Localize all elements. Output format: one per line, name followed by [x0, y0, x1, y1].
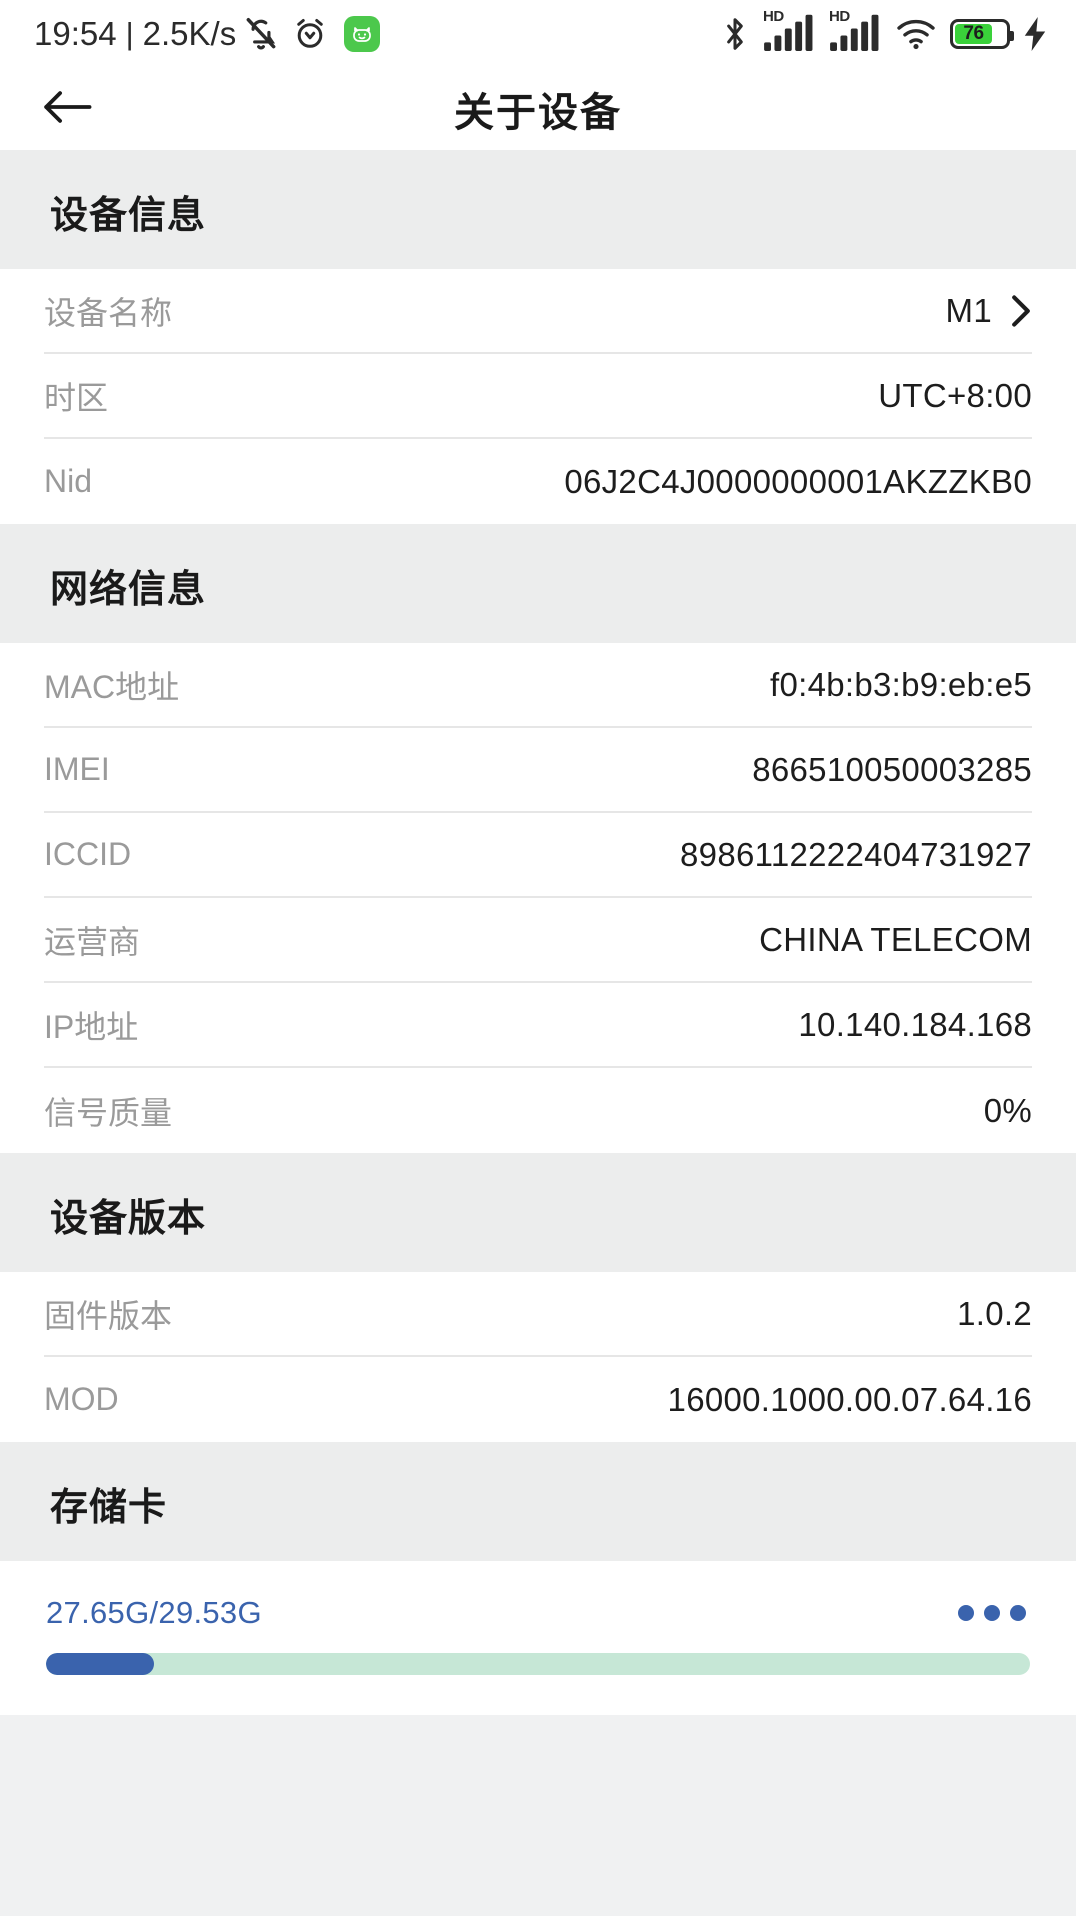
status-bar-clock: 19:54: [34, 15, 117, 52]
row-mod: MOD 16000.1000.00.07.64.16: [44, 1357, 1032, 1442]
row-value: 866510050003285: [752, 750, 1032, 788]
signal-bars-sim2-icon: HD: [829, 9, 883, 56]
storage-progress-track: [46, 1653, 1030, 1675]
row-label: Nid: [44, 463, 93, 499]
section-header-device-info: 设备信息: [0, 150, 1076, 269]
row-device-name[interactable]: 设备名称 M1: [44, 269, 1032, 354]
row-value: 0%: [983, 1091, 1032, 1129]
row-label: 固件版本: [44, 1297, 173, 1334]
phone-screen: 19:54 | 2.5K/s HD HD 76 关于设备 设备信息 设备名称 M…: [0, 0, 1076, 1916]
row-value: CHINA TELECOM: [759, 920, 1032, 958]
row-mac-address: MAC地址 f0:4b:b3:b9:eb:e5: [44, 643, 1032, 728]
settings-content: 设备信息 设备名称 M1 时区 UTC+8:00 Nid 06J2C4J0000…: [0, 150, 1076, 1916]
row-value: 1.0.2: [957, 1294, 1032, 1332]
section-header-device-version: 设备版本: [0, 1153, 1076, 1272]
row-imei: IMEI 866510050003285: [44, 728, 1032, 813]
row-signal-quality: 信号质量 0%: [44, 1068, 1032, 1153]
row-value: f0:4b:b3:b9:eb:e5: [770, 665, 1032, 703]
app-title-bar: 关于设备: [0, 68, 1076, 150]
row-label: 设备名称: [44, 294, 173, 331]
row-carrier: 运营商 CHINA TELECOM: [44, 898, 1032, 983]
row-timezone: 时区 UTC+8:00: [44, 354, 1032, 439]
signal-hd-label-sim2: HD: [829, 7, 850, 25]
back-arrow-icon: [41, 87, 93, 132]
row-label: 信号质量: [44, 1094, 173, 1131]
device-version-rows: 固件版本 1.0.2 MOD 16000.1000.00.07.64.16: [0, 1272, 1076, 1442]
storage-progress-fill: [46, 1653, 155, 1675]
page-title: 关于设备: [454, 91, 622, 135]
wifi-icon: [895, 17, 937, 51]
storage-usage-label: 27.65G/29.53G: [46, 1595, 262, 1630]
row-ip-address: IP地址 10.140.184.168: [44, 983, 1032, 1068]
mute-icon: [242, 15, 280, 53]
dot: [984, 1605, 1000, 1621]
more-options-icon[interactable]: [954, 1597, 1030, 1629]
storage-card-body: 27.65G/29.53G: [0, 1561, 1076, 1715]
row-iccid: ICCID 8986112222404731927: [44, 813, 1032, 898]
alarm-icon: [292, 16, 328, 52]
row-value: 8986112222404731927: [680, 835, 1032, 873]
status-bar-right: HD HD 76: [720, 9, 1048, 56]
network-info-rows: MAC地址 f0:4b:b3:b9:eb:e5 IMEI 86651005000…: [0, 643, 1076, 1153]
row-value: UTC+8:00: [878, 376, 1032, 414]
bluetooth-icon: [720, 15, 750, 53]
row-label: 运营商: [44, 923, 141, 960]
chevron-right-icon: [1010, 294, 1032, 328]
row-label: 时区: [44, 379, 109, 416]
row-label: ICCID: [44, 836, 132, 872]
row-firmware-version: 固件版本 1.0.2: [44, 1272, 1032, 1357]
row-label: MAC地址: [44, 668, 180, 705]
section-header-storage-card: 存储卡: [0, 1442, 1076, 1561]
storage-summary-row: 27.65G/29.53G: [46, 1595, 1030, 1631]
charging-bolt-icon: [1022, 17, 1048, 51]
row-nid: Nid 06J2C4J0000000001AKZZKB0: [44, 439, 1032, 524]
row-value: 10.140.184.168: [798, 1005, 1032, 1043]
battery-fill: 76: [955, 23, 992, 44]
status-bar-left: 19:54 | 2.5K/s: [34, 15, 381, 53]
row-label: MOD: [44, 1381, 119, 1417]
status-bar-network-speed: 2.5K/s: [142, 15, 237, 52]
back-button[interactable]: [30, 72, 104, 146]
app-badge-icon: [344, 16, 381, 52]
row-value: 16000.1000.00.07.64.16: [667, 1380, 1032, 1418]
battery-level-label: 76: [963, 23, 984, 44]
signal-bars-sim1-icon: HD: [763, 9, 817, 56]
signal-hd-label-sim1: HD: [763, 7, 784, 25]
row-value: 06J2C4J0000000001AKZZKB0: [564, 462, 1032, 500]
device-info-rows: 设备名称 M1 时区 UTC+8:00 Nid 06J2C4J000000000…: [0, 269, 1076, 524]
status-bar-separator: |: [125, 16, 134, 51]
row-value: M1: [945, 291, 992, 329]
dot: [958, 1605, 974, 1621]
dot: [1010, 1605, 1026, 1621]
row-label: IMEI: [44, 751, 110, 787]
status-bar: 19:54 | 2.5K/s HD HD 76: [0, 0, 1076, 68]
row-value-wrap: M1: [946, 292, 1032, 330]
battery-icon: 76: [950, 19, 1014, 49]
row-label: IP地址: [44, 1008, 139, 1045]
section-header-network-info: 网络信息: [0, 524, 1076, 643]
